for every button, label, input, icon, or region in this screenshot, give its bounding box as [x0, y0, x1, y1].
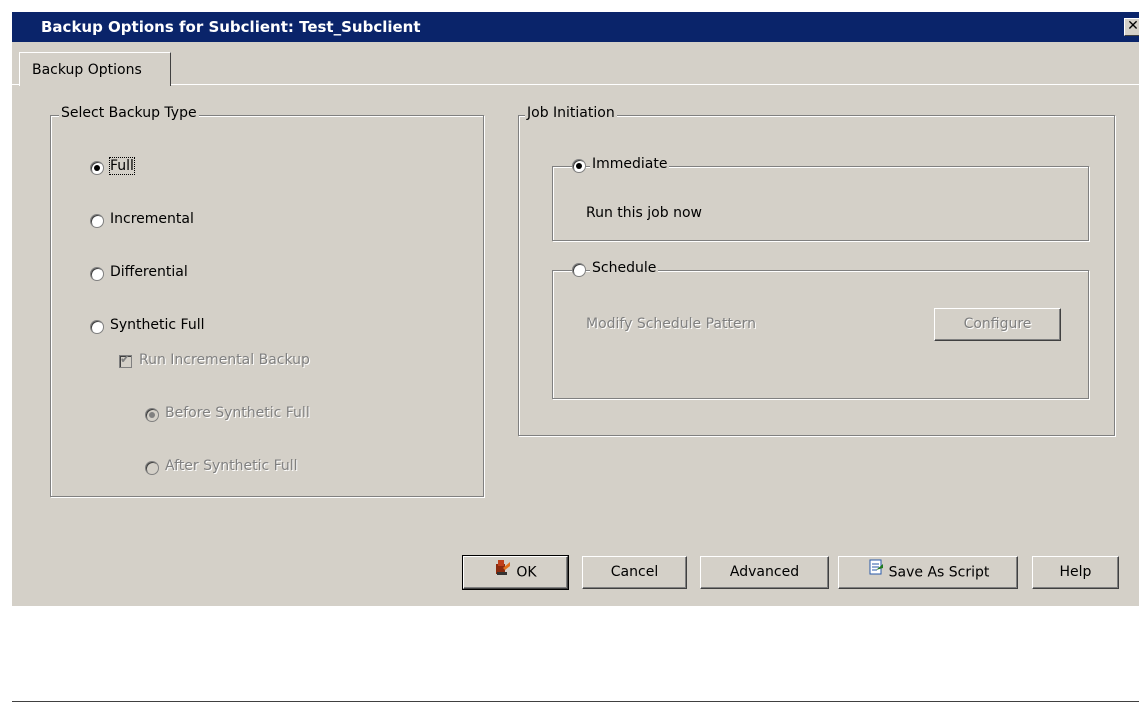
immediate-description: Run this job now: [586, 205, 702, 221]
close-icon[interactable]: ✕: [1124, 18, 1139, 36]
save-as-script-label: Save As Script: [888, 564, 990, 581]
radio-synthetic-full[interactable]: [90, 320, 104, 334]
label-run-incremental: Run Incremental Backup: [139, 352, 310, 368]
label-before-synthetic: Before Synthetic Full: [165, 405, 310, 421]
label-incremental[interactable]: Incremental: [110, 211, 194, 227]
ok-button[interactable]: OK: [462, 555, 569, 590]
ok-icon: [494, 557, 512, 588]
advanced-button[interactable]: Advanced: [700, 556, 829, 589]
radio-schedule[interactable]: [572, 263, 586, 277]
label-synthetic-full[interactable]: Synthetic Full: [110, 317, 205, 333]
backup-type-legend: Select Backup Type: [59, 105, 199, 121]
radio-immediate[interactable]: [572, 159, 586, 173]
radio-differential[interactable]: [90, 267, 104, 281]
tab-backup-options[interactable]: Backup Options: [19, 52, 171, 86]
tab-label: Backup Options: [32, 62, 142, 78]
label-immediate[interactable]: Immediate: [590, 156, 670, 172]
ok-label: OK: [516, 564, 537, 581]
label-full[interactable]: Full: [109, 157, 135, 175]
cancel-button[interactable]: Cancel: [582, 556, 687, 589]
radio-before-synthetic[interactable]: [145, 408, 159, 422]
radio-full[interactable]: [90, 161, 104, 175]
radio-after-synthetic[interactable]: [145, 461, 159, 475]
label-after-synthetic: After Synthetic Full: [165, 458, 298, 474]
help-button[interactable]: Help: [1032, 556, 1119, 589]
label-differential[interactable]: Differential: [110, 264, 188, 280]
save-script-icon: [867, 557, 885, 588]
schedule-pattern-label: Modify Schedule Pattern: [586, 316, 756, 332]
configure-button[interactable]: Configure: [934, 308, 1061, 341]
job-initiation-legend: Job Initiation: [525, 105, 617, 121]
radio-incremental[interactable]: [90, 214, 104, 228]
immediate-group: [552, 166, 1089, 241]
backup-options-dialog: Backup Options for Subclient: Test_Subcl…: [12, 12, 1139, 702]
window-title: Backup Options for Subclient: Test_Subcl…: [41, 18, 421, 36]
title-bar[interactable]: Backup Options for Subclient: Test_Subcl…: [12, 12, 1139, 42]
label-schedule[interactable]: Schedule: [590, 260, 659, 276]
save-as-script-button[interactable]: Save As Script: [838, 556, 1018, 589]
checkbox-run-incremental[interactable]: [119, 352, 132, 368]
